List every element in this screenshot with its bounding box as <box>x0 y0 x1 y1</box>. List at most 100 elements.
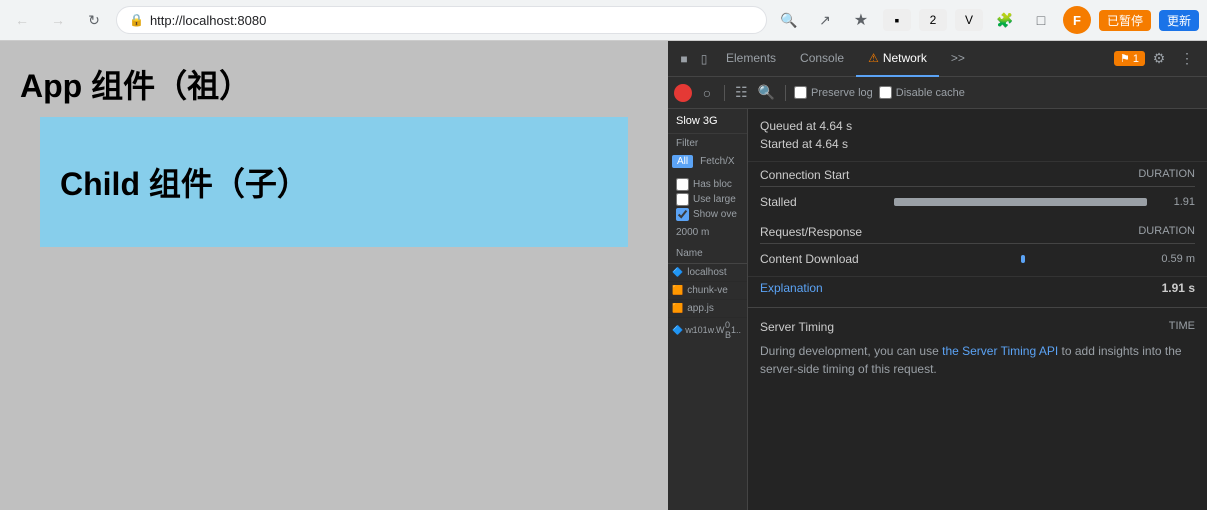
queued-info: Queued at 4.64 s <box>760 117 1195 135</box>
extension2-button[interactable]: 2 <box>919 9 947 31</box>
preserve-log-label: Preserve log <box>811 87 873 99</box>
stalled-bar <box>894 198 1147 206</box>
connection-start-label: Connection Start <box>760 168 849 182</box>
timing-panel: Queued at 4.64 s Started at 4.64 s Conne… <box>748 109 1207 510</box>
content-download-label: Content Download <box>760 252 886 266</box>
record-button[interactable] <box>674 84 692 102</box>
server-timing-header-row: Server Timing TIME <box>760 316 1195 342</box>
browser-toolbar: ← → ↻ 🔒 http://localhost:8080 🔍 ↗ ★ ▪ 2 … <box>0 0 1207 40</box>
address-bar[interactable]: 🔒 http://localhost:8080 <box>116 6 767 34</box>
server-timing-text1: During development, you can use <box>760 344 942 358</box>
reload-button[interactable]: ↻ <box>80 6 108 34</box>
localhost-icon: 🔷 <box>672 267 683 278</box>
stalled-label: Stalled <box>760 195 886 209</box>
profile-button[interactable]: F <box>1063 6 1091 34</box>
notification-badge: ⚑ 1 <box>1114 51 1145 66</box>
webpage: App 组件（祖） Child 组件（子） <box>0 41 668 510</box>
paused-button[interactable]: 已暂停 <box>1099 10 1151 31</box>
timeline-ms: 2000 m <box>676 227 709 238</box>
tab-elements[interactable]: Elements <box>714 41 788 77</box>
tab-console[interactable]: Console <box>788 41 856 77</box>
disable-cache-label: Disable cache <box>896 87 965 99</box>
use-large-checkbox[interactable] <box>676 193 689 206</box>
browser-chrome: ← → ↻ 🔒 http://localhost:8080 🔍 ↗ ★ ▪ 2 … <box>0 0 1207 41</box>
filter-section: Filter <box>668 134 747 153</box>
ws-status: 101 <box>693 325 708 335</box>
devtools-panel: ■ ▯ Elements Console ⚠ Network >> ⚑ 1 ⚙ … <box>668 41 1207 510</box>
window-button[interactable]: □ <box>1027 6 1055 34</box>
content-download-bar <box>1021 255 1025 263</box>
bookmark-button[interactable]: ★ <box>847 6 875 34</box>
network-content: Slow 3G Filter All Fetch/X Has bloc <box>668 109 1207 510</box>
server-timing-section: Server Timing TIME During development, y… <box>748 307 1207 386</box>
stalled-row: Stalled 1.91 <box>760 191 1195 213</box>
timing-info-section: Queued at 4.64 s Started at 4.64 s <box>748 109 1207 162</box>
stalled-duration: 1.91 <box>1155 196 1195 208</box>
filter-tab-fetch[interactable]: Fetch/X <box>695 155 739 168</box>
throttle-item[interactable]: Slow 3G <box>668 109 747 134</box>
more-tabs-label: >> <box>951 51 965 65</box>
server-timing-description: During development, you can use the Serv… <box>760 342 1195 378</box>
disable-cache-checkbox[interactable]: Disable cache <box>879 86 965 99</box>
list-item[interactable]: 🔷 ws 101 web... WebSo... 0 B 1.. <box>668 318 747 342</box>
chunk-icon: 🟧 <box>672 285 683 296</box>
content-download-duration: 0.59 m <box>1155 253 1195 265</box>
update-button[interactable]: 更新 <box>1159 10 1199 31</box>
appjs-name: app.js <box>687 303 714 314</box>
explanation-link[interactable]: Explanation <box>760 281 823 295</box>
ws-subtype: WebSo... <box>716 325 725 335</box>
toolbar-divider <box>724 85 725 101</box>
name-list-header: Name <box>668 244 747 264</box>
appjs-icon: 🟧 <box>672 303 683 314</box>
ws-type: web... <box>708 325 716 335</box>
tab-network[interactable]: ⚠ Network <box>856 41 939 77</box>
share-button[interactable]: ↗ <box>811 6 839 34</box>
ws-icon: 🔷 <box>672 325 683 336</box>
show-overview-checkbox[interactable] <box>676 208 689 221</box>
elements-tab-label: Elements <box>726 51 776 65</box>
throttle-label: Slow 3G <box>676 115 718 127</box>
extension3-button[interactable]: V <box>955 9 983 31</box>
filter-label: Filter <box>676 138 739 149</box>
network-tab-icon: ⚠ <box>868 51 879 65</box>
filter-tab-all[interactable]: All <box>672 155 693 168</box>
started-info: Started at 4.64 s <box>760 135 1195 153</box>
devtools-undock[interactable]: ■ <box>674 49 694 69</box>
filter-icon-button[interactable]: ☷ <box>733 84 750 101</box>
devtools-menu-button[interactable]: ⋮ <box>1173 45 1201 73</box>
use-large-option[interactable]: Use large <box>676 193 739 206</box>
server-timing-api-link[interactable]: the Server Timing API <box>942 344 1058 358</box>
url-display: http://localhost:8080 <box>150 13 754 28</box>
extension1-button[interactable]: ▪ <box>883 9 911 31</box>
preserve-log-checkbox[interactable]: Preserve log <box>794 86 873 99</box>
list-item[interactable]: 🟧 chunk-ve <box>668 282 747 300</box>
app-title: App 组件（祖） <box>20 61 648 107</box>
extensions-button[interactable]: 🧩 <box>991 6 1019 34</box>
search-icon-button[interactable]: 🔍 <box>756 84 777 101</box>
name-list: Name 🔷 localhost 🟧 chunk-ve 🟧 app.js <box>668 244 747 342</box>
devtools-settings-button[interactable]: ⚙ <box>1145 45 1173 73</box>
disable-cache-input[interactable] <box>879 86 892 99</box>
chunk-name: chunk-ve <box>687 285 728 296</box>
has-block-checkbox[interactable] <box>676 178 689 191</box>
stop-button[interactable]: ○ <box>698 84 716 102</box>
toolbar-divider2 <box>785 85 786 101</box>
back-button[interactable]: ← <box>8 6 36 34</box>
tab-more[interactable]: >> <box>939 41 977 77</box>
list-item[interactable]: 🟧 app.js <box>668 300 747 318</box>
ws-name: ws <box>685 325 692 335</box>
devtools-device-toggle[interactable]: ▯ <box>694 49 714 69</box>
child-title: Child 组件（子） <box>60 159 309 205</box>
filter-options: Has bloc Use large Show ove <box>668 174 747 225</box>
list-item[interactable]: 🔷 localhost <box>668 264 747 282</box>
network-tab-label: Network <box>883 51 927 65</box>
total-explanation-row: Explanation 1.91 s <box>748 276 1207 299</box>
show-overview-label: Show ove <box>693 209 737 220</box>
notification-flag-icon: ⚑ <box>1120 52 1130 65</box>
has-block-option[interactable]: Has bloc <box>676 178 739 191</box>
show-overview-option[interactable]: Show ove <box>676 208 739 221</box>
zoom-button[interactable]: 🔍 <box>775 6 803 34</box>
preserve-log-input[interactable] <box>794 86 807 99</box>
forward-button[interactable]: → <box>44 6 72 34</box>
total-duration: 1.91 s <box>1162 281 1195 295</box>
